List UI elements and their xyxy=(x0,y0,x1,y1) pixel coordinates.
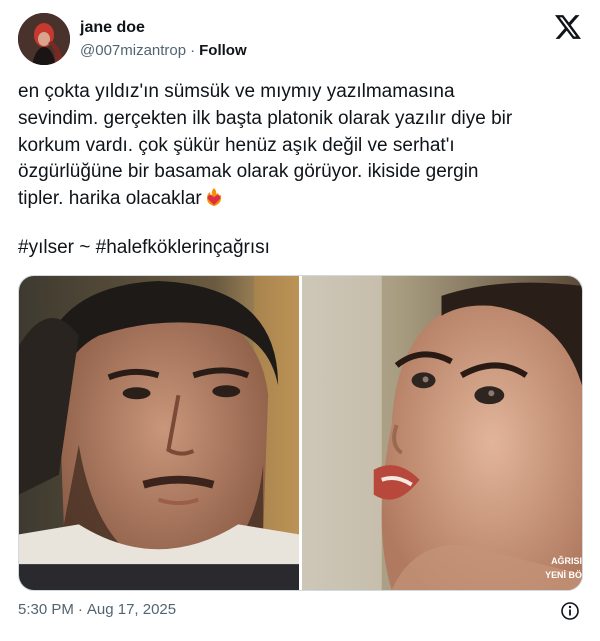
timestamp[interactable]: 5:30 PM · Aug 17, 2025 xyxy=(18,600,176,620)
hashtag-link[interactable]: #yılser xyxy=(18,237,74,258)
media-grid: AĞRISI YENİ BÖLÜM xyxy=(18,275,583,591)
media-image-right[interactable]: AĞRISI YENİ BÖLÜM xyxy=(302,276,582,590)
handle-row: @007mizantrop · Follow xyxy=(80,41,247,61)
tweet-line: korkum vardı. çok şükür henüz aşık değil… xyxy=(18,134,455,156)
tweet-date: Aug 17, 2025 xyxy=(86,601,177,618)
user-info: jane doe @007mizantrop · Follow xyxy=(80,18,247,61)
tweet-time: 5:30 PM xyxy=(18,601,74,618)
x-logo-icon[interactable] xyxy=(555,15,581,39)
tweet-text: en çokta yıldız'ın sümsük ve mıymıy yazı… xyxy=(18,79,584,213)
heart-on-fire-icon xyxy=(204,187,224,207)
avatar[interactable] xyxy=(18,13,70,65)
hashtags: #yılser ~ #halefköklerinçağrısı xyxy=(18,235,270,261)
watermark-line1: AĞRISI xyxy=(551,555,582,566)
tweet-line: sevindim. gerçekten ilk başta platonik o… xyxy=(18,107,513,129)
media-image-left[interactable] xyxy=(19,276,299,590)
hashtag-link[interactable]: #halefköklerinçağrısı xyxy=(96,237,270,258)
author-handle[interactable]: @007mizantrop xyxy=(80,42,186,59)
info-icon[interactable] xyxy=(560,601,580,621)
separator-dot: · xyxy=(77,601,83,618)
author-display-name[interactable]: jane doe xyxy=(80,18,247,38)
follow-button[interactable]: Follow xyxy=(199,42,247,59)
tweet-line-last: tipler. harika olacaklar xyxy=(18,186,584,213)
avatar-image xyxy=(18,13,70,65)
watermark-line2: YENİ BÖLÜM xyxy=(545,570,582,580)
hashtag-separator: ~ xyxy=(79,237,91,258)
tweet-line: tipler. harika olacaklar xyxy=(18,188,202,210)
separator-dot: · xyxy=(190,42,196,59)
tweet-line: özgürlüğüne bir basamak olarak görüyor. … xyxy=(18,161,479,183)
tweet-line: en çokta yıldız'ın sümsük ve mıymıy yazı… xyxy=(18,81,455,102)
